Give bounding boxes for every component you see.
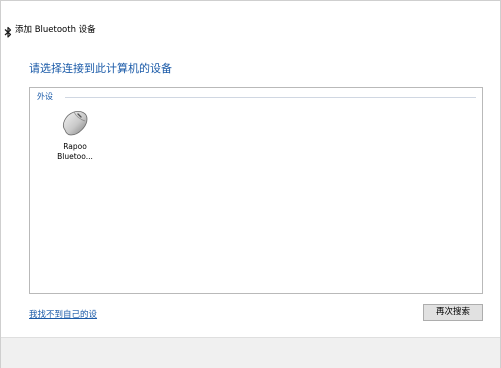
- bluetooth-icon: [3, 24, 13, 38]
- window-title: 添加 Bluetooth 设备: [15, 25, 96, 35]
- title-bar: 添加 Bluetooth 设备: [1, 1, 500, 38]
- group-divider: [65, 97, 476, 98]
- add-bluetooth-device-window: 添加 Bluetooth 设备 请选择连接到此计算机的设备 外设 Rapoo B…: [0, 0, 501, 368]
- mouse-icon: [59, 108, 91, 138]
- page-heading: 请选择连接到此计算机的设备: [29, 62, 172, 75]
- device-name-line1: Rapoo: [63, 142, 87, 151]
- device-item-rapoo[interactable]: Rapoo Bluetoo...: [44, 108, 106, 166]
- footer-bar: [1, 337, 500, 368]
- group-header: 外设: [37, 91, 476, 103]
- device-list-panel[interactable]: 外设 Rapoo Bluetoo...: [29, 87, 483, 294]
- group-label-peripherals: 外设: [37, 91, 57, 102]
- cant-find-device-link[interactable]: 我找不到自己的设: [29, 308, 97, 320]
- search-again-button[interactable]: 再次搜索: [423, 304, 483, 321]
- device-name-line2: Bluetoo...: [57, 152, 93, 161]
